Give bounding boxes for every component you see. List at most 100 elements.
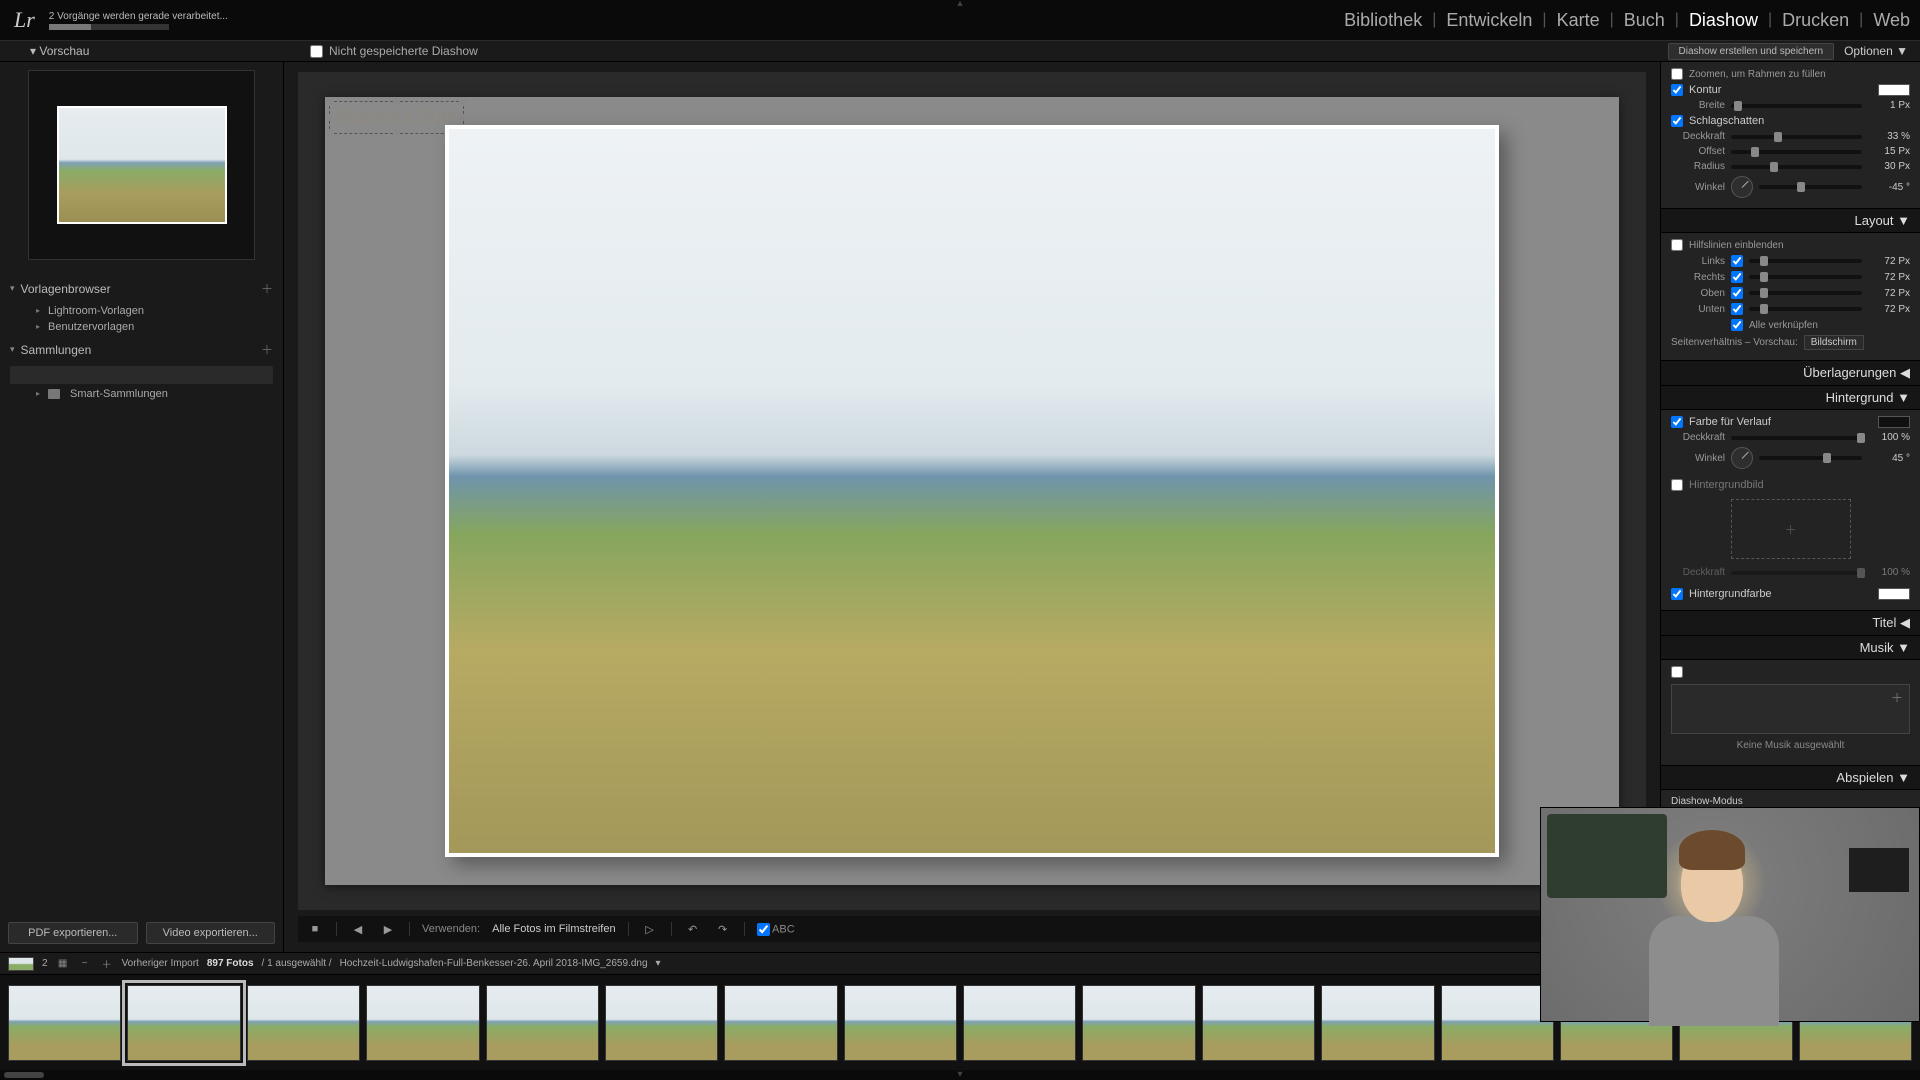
shadow-angle-slider[interactable] — [1759, 185, 1862, 189]
second-monitor-toggle[interactable] — [8, 957, 34, 971]
nav-web[interactable]: Web — [1873, 10, 1910, 31]
margin-left-value[interactable]: 72 Px — [1868, 256, 1910, 267]
filmstrip-thumb[interactable] — [247, 985, 360, 1061]
shadow-offset-slider[interactable] — [1731, 150, 1862, 154]
collection-filter-row[interactable] — [10, 366, 273, 384]
slide-canvas[interactable]: Matthias Butz — [298, 72, 1646, 910]
templates-header[interactable]: ▾ Vorlagenbrowser ＋ — [0, 274, 283, 303]
add-template-button[interactable]: ＋ — [261, 280, 273, 297]
gradient-opacity-slider[interactable] — [1731, 436, 1862, 440]
playback-section-header[interactable]: Abspielen ▼ — [1661, 766, 1920, 790]
music-enable-checkbox[interactable] — [1671, 666, 1683, 678]
gradient-angle-value[interactable]: 45 ° — [1868, 453, 1910, 464]
source-label[interactable]: Vorheriger Import — [122, 958, 199, 969]
rotate-cw-button[interactable]: ↷ — [714, 920, 732, 938]
shadow-checkbox[interactable] — [1671, 115, 1683, 127]
margin-right-slider[interactable] — [1749, 275, 1862, 279]
slideshow-title-checkbox[interactable] — [310, 45, 323, 58]
margin-left-link[interactable] — [1731, 255, 1743, 267]
margin-left-slider[interactable] — [1749, 259, 1862, 263]
panel-collapse-top[interactable] — [945, 0, 975, 12]
next-slide-button[interactable]: ▶ — [379, 920, 397, 938]
shadow-opacity-value[interactable]: 33 % — [1868, 131, 1910, 142]
add-collection-button[interactable]: ＋ — [261, 341, 273, 358]
gradient-color-swatch[interactable] — [1878, 416, 1910, 428]
shadow-radius-slider[interactable] — [1731, 165, 1862, 169]
stop-button[interactable]: ■ — [306, 920, 324, 938]
nav-library[interactable]: Bibliothek — [1344, 10, 1422, 31]
margin-bottom-link[interactable] — [1731, 303, 1743, 315]
background-section-header[interactable]: Hintergrund ▼ — [1661, 386, 1920, 410]
use-value[interactable]: Alle Fotos im Filmstreifen — [492, 923, 615, 935]
gradient-angle-slider[interactable] — [1759, 456, 1862, 460]
shadow-opacity-slider[interactable] — [1731, 135, 1862, 139]
filmstrip-thumb[interactable] — [724, 985, 837, 1061]
filmstrip-thumb[interactable] — [963, 985, 1076, 1061]
music-tracklist[interactable]: ＋ — [1671, 684, 1910, 734]
template-folder-lr[interactable]: Lightroom-Vorlagen — [0, 303, 283, 319]
zoom-in-button[interactable]: ＋ — [100, 957, 114, 971]
margin-top-slider[interactable] — [1749, 291, 1862, 295]
nav-develop[interactable]: Entwickeln — [1446, 10, 1532, 31]
export-video-button[interactable]: Video exportieren... — [146, 922, 276, 944]
filmstrip-thumb[interactable] — [844, 985, 957, 1061]
stroke-width-value[interactable]: 1 Px — [1868, 100, 1910, 111]
overlays-section-header[interactable]: Überlagerungen ◀ — [1661, 361, 1920, 386]
collections-header[interactable]: ▾ Sammlungen ＋ — [0, 335, 283, 364]
zoom-out-button[interactable]: − — [78, 957, 92, 971]
margin-top-link[interactable] — [1731, 287, 1743, 299]
music-section-header[interactable]: Musik ▼ — [1661, 636, 1920, 660]
filmstrip-thumb[interactable] — [486, 985, 599, 1061]
nav-book[interactable]: Buch — [1624, 10, 1665, 31]
guides-checkbox[interactable] — [1671, 239, 1683, 251]
shadow-offset-value[interactable]: 15 Px — [1868, 146, 1910, 157]
template-folder-user[interactable]: Benutzervorlagen — [0, 319, 283, 335]
smart-collections-item[interactable]: Smart-Sammlungen — [0, 386, 283, 402]
title-section-header[interactable]: Titel ◀ — [1661, 611, 1920, 636]
play-button[interactable]: ▷ — [641, 920, 659, 938]
filmstrip-thumb[interactable] — [1441, 985, 1554, 1061]
rotate-ccw-button[interactable]: ↶ — [684, 920, 702, 938]
shadow-angle-dial[interactable] — [1731, 176, 1753, 198]
bgimage-dropzone[interactable]: ＋ — [1731, 499, 1851, 559]
margin-bottom-value[interactable]: 72 Px — [1868, 304, 1910, 315]
filmstrip-thumb[interactable] — [366, 985, 479, 1061]
layout-section-header[interactable]: Layout ▼ — [1661, 209, 1920, 233]
stroke-checkbox[interactable] — [1671, 84, 1683, 96]
filmstrip-thumb[interactable] — [8, 985, 121, 1061]
grid-view-button[interactable]: ▦ — [56, 957, 70, 971]
margin-right-link[interactable] — [1731, 271, 1743, 283]
shadow-radius-value[interactable]: 30 Px — [1868, 161, 1910, 172]
path-dropdown-icon[interactable]: ▾ — [656, 958, 661, 969]
gradient-opacity-value[interactable]: 100 % — [1868, 432, 1910, 443]
bgcolor-swatch[interactable] — [1878, 588, 1910, 600]
gradient-angle-dial[interactable] — [1731, 447, 1753, 469]
text-overlay[interactable]: Matthias Butz — [329, 101, 464, 134]
create-slideshow-button[interactable]: Diashow erstellen und speichern — [1668, 43, 1835, 60]
nav-print[interactable]: Drucken — [1782, 10, 1849, 31]
bgcolor-checkbox[interactable] — [1671, 588, 1683, 600]
filmstrip-thumb[interactable] — [1202, 985, 1315, 1061]
nav-slideshow[interactable]: Diashow — [1689, 10, 1758, 31]
prev-slide-button[interactable]: ◀ — [349, 920, 367, 938]
margin-top-value[interactable]: 72 Px — [1868, 288, 1910, 299]
options-panel-header[interactable]: Optionen ▼ — [1844, 44, 1908, 58]
panel-collapse-bottom[interactable]: ▾ — [957, 1069, 962, 1080]
margin-right-value[interactable]: 72 Px — [1868, 272, 1910, 283]
text-overlay-checkbox[interactable] — [757, 923, 770, 936]
gradient-checkbox[interactable] — [1671, 416, 1683, 428]
stroke-width-slider[interactable] — [1731, 104, 1862, 108]
filmstrip-thumb[interactable] — [127, 985, 240, 1061]
add-music-button[interactable]: ＋ — [1891, 689, 1903, 706]
bgimage-checkbox[interactable] — [1671, 479, 1683, 491]
zoom-fill-checkbox[interactable] — [1671, 68, 1683, 80]
stroke-color-swatch[interactable] — [1878, 84, 1910, 96]
export-pdf-button[interactable]: PDF exportieren... — [8, 922, 138, 944]
link-all-checkbox[interactable] — [1731, 319, 1743, 331]
filmstrip-thumb[interactable] — [1082, 985, 1195, 1061]
shadow-angle-value[interactable]: -45 ° — [1868, 182, 1910, 193]
filmstrip-thumb[interactable] — [605, 985, 718, 1061]
aspect-select[interactable]: Bildschirm — [1804, 335, 1864, 350]
filmstrip-thumb[interactable] — [1321, 985, 1434, 1061]
nav-map[interactable]: Karte — [1557, 10, 1600, 31]
